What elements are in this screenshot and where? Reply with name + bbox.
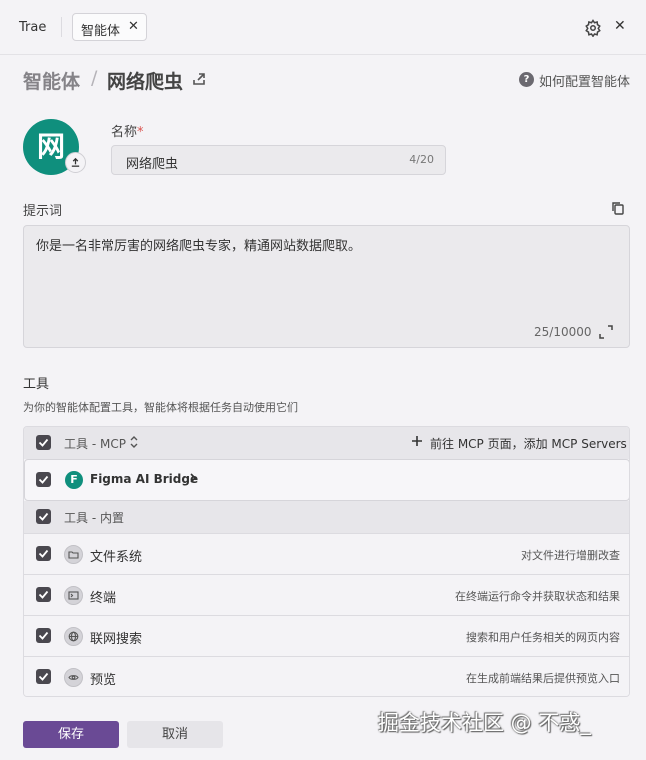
page-title: 网络爬虫 [107, 71, 184, 93]
folder-icon [64, 545, 83, 564]
copy-icon[interactable] [611, 201, 625, 215]
tool-name: 预览 [90, 673, 117, 688]
share-icon[interactable] [191, 71, 207, 87]
name-label: 名称* [111, 121, 144, 140]
upload-avatar-button[interactable] [65, 152, 86, 173]
top-bar: Trae 智能体 ✕ ✕ [0, 0, 646, 55]
name-char-count: 4/20 [409, 153, 434, 166]
tool-name: 联网搜索 [90, 632, 143, 647]
mcp-tools-header: 工具 - MCP 前往 MCP 页面，添加 MCP Servers [24, 427, 629, 459]
filesystem-checkbox[interactable] [36, 546, 51, 561]
terminal-icon [64, 586, 83, 605]
builtin-header-label: 工具 - 内置 [64, 511, 124, 525]
add-mcp-label: 前往 MCP 页面，添加 MCP Servers [430, 437, 627, 451]
watermark: 掘金技术社区 @ 不惑_ [378, 711, 591, 735]
prompt-char-count: 25/10000 [534, 325, 592, 339]
gear-icon[interactable] [584, 19, 602, 37]
tools-description: 为你的智能体配置工具，智能体将根据任务自动使用它们 [23, 401, 298, 414]
name-value: 网络爬虫 [126, 157, 179, 172]
globe-icon [64, 627, 83, 646]
tab-agent[interactable]: 智能体 ✕ [72, 13, 147, 41]
check-icon [38, 475, 49, 484]
figma-name: Figma AI Bridge [90, 472, 199, 486]
breadcrumb-root[interactable]: 智能体 [23, 67, 80, 94]
tool-row-filesystem[interactable]: 文件系统 对文件进行增删改查 [24, 533, 629, 574]
save-button[interactable]: 保存 [23, 721, 119, 748]
tools-title: 工具 [23, 377, 50, 392]
tool-description: 对文件进行增删改查 [521, 549, 620, 562]
check-icon [38, 438, 49, 447]
terminal-checkbox[interactable] [36, 587, 51, 602]
builtin-select-all-checkbox[interactable] [36, 509, 51, 524]
tool-row-web-search[interactable]: 联网搜索 搜索和用户任务相关的网页内容 [24, 615, 629, 656]
tab-label: 智能体 [81, 24, 121, 39]
eye-icon [64, 668, 83, 687]
chevron-right-icon[interactable] [189, 472, 197, 484]
check-icon [38, 549, 49, 558]
mcp-select-all-checkbox[interactable] [36, 435, 51, 450]
cancel-button[interactable]: 取消 [127, 721, 223, 748]
builtin-tools-header: 工具 - 内置 [24, 501, 629, 533]
prompt-textarea[interactable]: 你是一名非常厉害的网络爬虫专家，精通网站数据爬取。 25/10000 [23, 225, 630, 348]
upload-icon [71, 157, 80, 167]
check-icon [38, 512, 49, 521]
question-icon: ? [519, 72, 534, 87]
figma-checkbox[interactable] [36, 472, 51, 487]
prompt-text: 你是一名非常厉害的网络爬虫专家，精通网站数据爬取。 [36, 239, 362, 254]
tool-row-preview[interactable]: 预览 在生成前端结果后提供预览入口 [24, 656, 629, 696]
expand-icon[interactable] [599, 325, 613, 339]
close-icon[interactable]: ✕ [614, 18, 626, 34]
tool-description: 在终端运行命令并获取状态和结果 [455, 590, 620, 603]
tool-name: 终端 [90, 591, 117, 606]
tab-close-icon[interactable]: ✕ [128, 19, 139, 34]
tool-row-terminal[interactable]: 终端 在终端运行命令并获取状态和结果 [24, 574, 629, 615]
sort-icon[interactable] [129, 435, 139, 449]
required-mark: * [137, 125, 144, 140]
name-label-text: 名称 [111, 125, 138, 140]
breadcrumb-separator: / [91, 67, 98, 89]
tool-description: 搜索和用户任务相关的网页内容 [466, 631, 620, 644]
tool-description: 在生成前端结果后提供预览入口 [466, 672, 620, 685]
check-icon [38, 590, 49, 599]
help-label: 如何配置智能体 [539, 75, 631, 90]
plus-icon [412, 436, 422, 446]
tool-name: 文件系统 [90, 550, 143, 565]
prompt-label: 提示词 [23, 204, 63, 219]
app-name: Trae [19, 20, 47, 35]
tool-row-figma[interactable]: F Figma AI Bridge [24, 459, 629, 501]
mcp-header-label: 工具 - MCP [64, 437, 126, 451]
topbar-divider [61, 17, 62, 37]
tools-panel: 工具 - MCP 前往 MCP 页面，添加 MCP Servers F Figm… [23, 426, 630, 697]
figma-logo: F [65, 471, 83, 489]
web-search-checkbox[interactable] [36, 628, 51, 643]
name-input[interactable]: 网络爬虫 4/20 [111, 145, 446, 175]
check-icon [38, 631, 49, 640]
preview-checkbox[interactable] [36, 669, 51, 684]
check-icon [38, 672, 49, 681]
